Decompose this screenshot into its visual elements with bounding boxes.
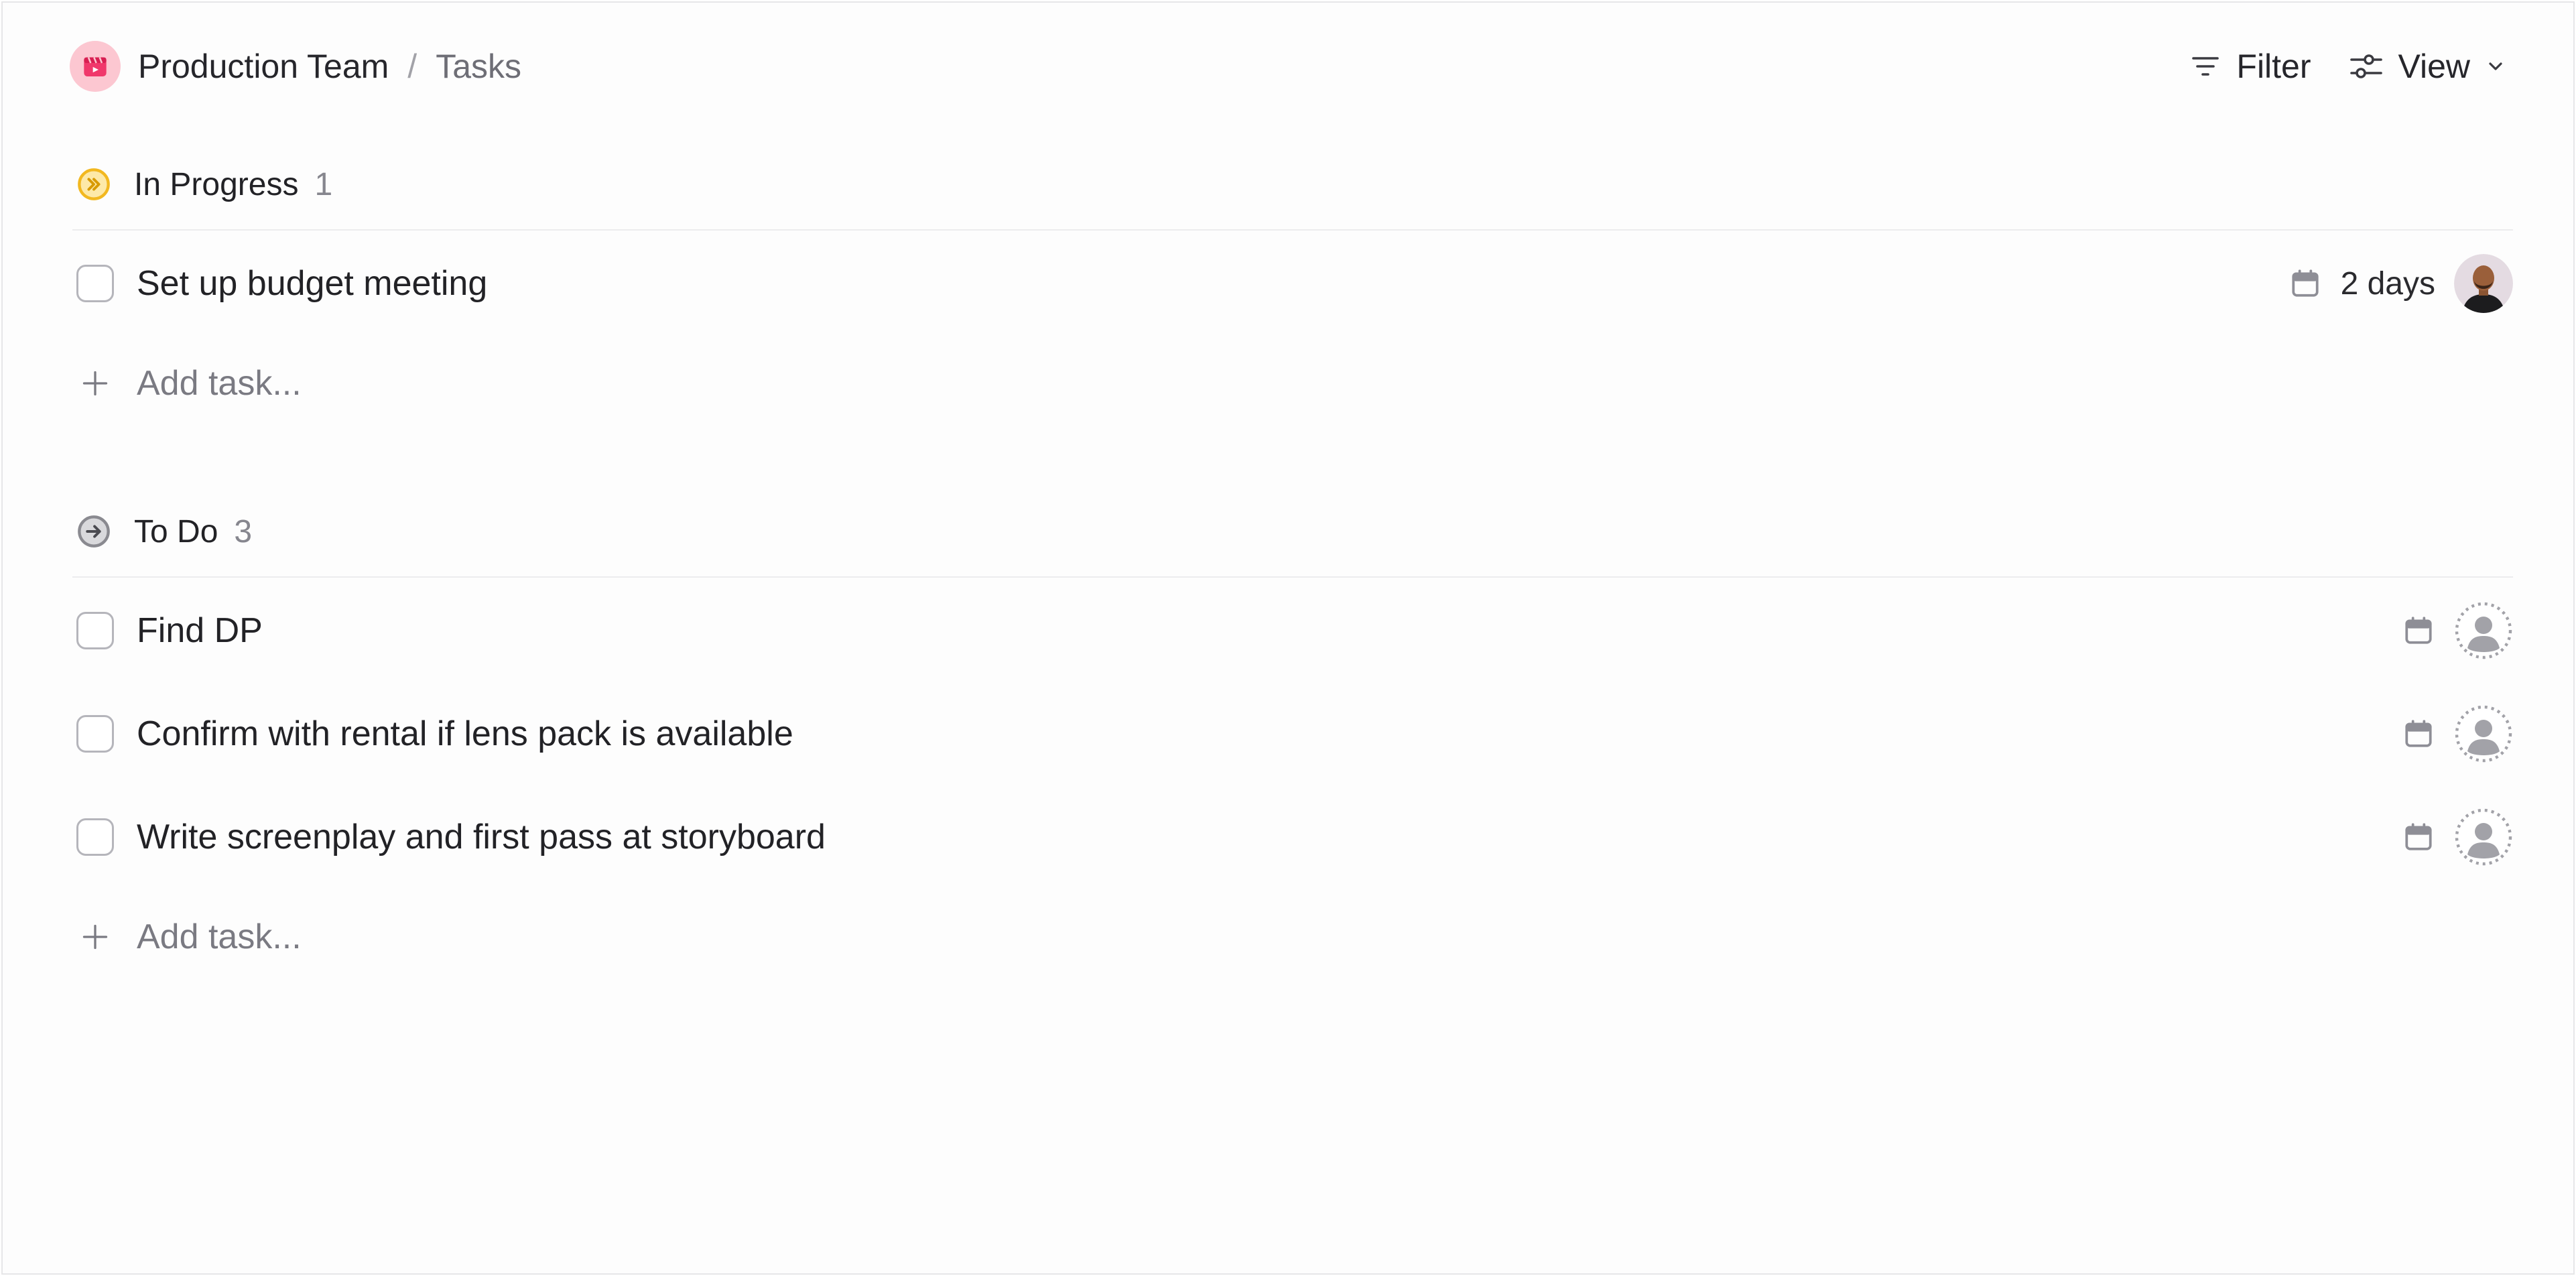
task-row[interactable]: Set up budget meeting 2 days xyxy=(76,247,2513,320)
add-task-label: Add task... xyxy=(137,917,302,956)
calendar-icon xyxy=(2291,269,2319,297)
unassigned-avatar-icon[interactable] xyxy=(2454,808,2513,867)
unassigned-avatar-icon[interactable] xyxy=(2454,601,2513,660)
view-label: View xyxy=(2398,48,2470,85)
due-date-button[interactable] xyxy=(2402,614,2435,647)
calendar-icon xyxy=(2405,823,2432,850)
task-meta xyxy=(2402,601,2513,660)
unassigned-avatar-icon[interactable] xyxy=(2454,704,2513,763)
page-header: Production Team / Tasks Filter View xyxy=(70,36,2506,97)
calendar-icon xyxy=(2405,617,2432,644)
task-title[interactable]: Confirm with rental if lens pack is avai… xyxy=(137,714,2402,754)
task-title[interactable]: Find DP xyxy=(137,611,2402,651)
task-row[interactable]: Confirm with rental if lens pack is avai… xyxy=(76,697,2513,771)
task-meta xyxy=(2402,808,2513,867)
task-row[interactable]: Write screenplay and first pass at story… xyxy=(76,800,2513,874)
plus-icon xyxy=(76,365,114,402)
avatar[interactable] xyxy=(2454,254,2513,313)
group-header-todo[interactable]: To Do 3 xyxy=(76,501,2513,562)
task-title[interactable]: Write screenplay and first pass at story… xyxy=(137,817,2402,857)
breadcrumb-page[interactable]: Tasks xyxy=(436,47,521,86)
group-title: In Progress xyxy=(134,166,299,202)
in-progress-icon xyxy=(76,167,111,202)
due-date: 2 days xyxy=(2340,265,2435,302)
task-title[interactable]: Set up budget meeting xyxy=(137,263,2289,304)
task-checkbox[interactable] xyxy=(76,715,114,753)
task-meta xyxy=(2402,704,2513,763)
due-date-button[interactable] xyxy=(2402,820,2435,854)
group-title: To Do xyxy=(134,513,218,550)
task-row[interactable]: Find DP xyxy=(76,594,2513,667)
task-checkbox[interactable] xyxy=(76,612,114,649)
add-task-button[interactable]: Add task... xyxy=(76,903,302,970)
filter-icon xyxy=(2192,57,2219,76)
breadcrumb-team[interactable]: Production Team xyxy=(138,47,389,86)
todo-icon xyxy=(76,514,111,549)
sliders-icon xyxy=(2349,54,2382,78)
breadcrumb-separator: / xyxy=(407,48,417,85)
group-header-in-progress[interactable]: In Progress 1 xyxy=(76,154,2513,214)
task-checkbox[interactable] xyxy=(76,818,114,856)
plus-icon xyxy=(76,918,114,956)
calendar-icon xyxy=(2405,720,2432,747)
clapperboard-icon[interactable] xyxy=(70,41,121,92)
due-date-button[interactable] xyxy=(2402,717,2435,751)
filter-button[interactable]: Filter xyxy=(2189,47,2311,86)
task-list-panel: Production Team / Tasks Filter View In P… xyxy=(1,1,2575,1275)
due-date-button[interactable]: 2 days xyxy=(2289,265,2435,302)
task-checkbox[interactable] xyxy=(76,265,114,302)
filter-label: Filter xyxy=(2236,48,2311,85)
chevron-down-icon xyxy=(2489,62,2502,70)
add-task-label: Add task... xyxy=(137,364,302,403)
toolbar: Filter View xyxy=(2189,47,2506,86)
breadcrumb: Production Team / Tasks xyxy=(70,41,521,92)
view-button[interactable]: View xyxy=(2349,47,2506,86)
group-count: 3 xyxy=(234,513,253,550)
task-meta: 2 days xyxy=(2289,254,2513,313)
group-count: 1 xyxy=(314,166,333,202)
add-task-button[interactable]: Add task... xyxy=(76,350,302,417)
divider xyxy=(72,576,2513,578)
divider xyxy=(72,229,2513,231)
